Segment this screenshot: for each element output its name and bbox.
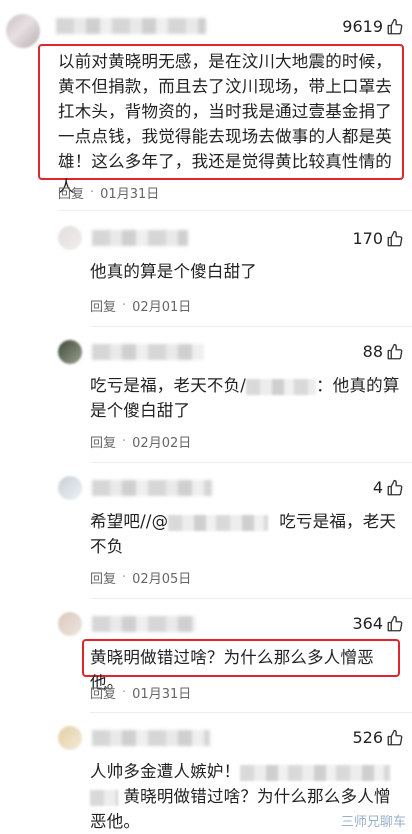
comment-meta: 回复 · 02月01日 <box>90 296 191 315</box>
username-blurred[interactable] <box>92 730 210 746</box>
username-blurred[interactable] <box>92 616 196 632</box>
separator-dot: · <box>122 685 127 700</box>
comment-meta: 回复 · 02月05日 <box>90 568 191 587</box>
avatar[interactable] <box>58 476 82 500</box>
username-blurred[interactable] <box>56 18 206 34</box>
comment-text-prefix: 吃亏是福，老天不负/ <box>90 376 247 395</box>
divider <box>58 210 412 211</box>
comment-date: 01月31日 <box>132 687 192 702</box>
avatar[interactable] <box>58 612 82 636</box>
comment-date: 02月01日 <box>132 300 192 315</box>
username-blurred[interactable] <box>92 344 204 360</box>
divider <box>90 326 412 327</box>
watermark: 三师兄聊车 <box>340 815 406 830</box>
like-count: 364 <box>352 614 383 633</box>
like-count: 9619 <box>342 17 383 36</box>
reply-button[interactable]: 回复 <box>58 183 84 202</box>
thumbs-up-icon <box>387 615 403 631</box>
mention-blurred[interactable] <box>90 789 118 806</box>
comment-text: 希望吧//@ 吃亏是福，老天不负 <box>90 509 404 559</box>
separator-dot: · <box>122 570 127 585</box>
divider <box>90 712 412 713</box>
divider <box>90 598 412 599</box>
separator-dot: · <box>90 185 95 200</box>
avatar[interactable] <box>58 226 82 250</box>
like-button[interactable]: 526 <box>352 728 404 747</box>
comment-text: 以前对黄晓明无感，是在汶川大地震的时候，黄不但捐款，而且去了汶川现场，带上口罩去… <box>58 52 392 196</box>
thumbs-up-icon <box>387 479 403 495</box>
like-count: 88 <box>362 342 383 361</box>
thumbs-up-icon <box>387 230 403 246</box>
like-count: 526 <box>352 728 383 747</box>
avatar[interactable] <box>6 14 40 48</box>
comment-date: 02月05日 <box>132 572 192 587</box>
mention-blurred[interactable] <box>246 378 317 395</box>
thumbs-up-icon <box>387 18 403 34</box>
separator-dot: · <box>122 434 127 449</box>
comment-meta: 回复 · 01月31日 <box>90 683 191 702</box>
like-count: 4 <box>372 478 383 497</box>
like-button[interactable]: 364 <box>352 614 404 633</box>
comment-text: 吃亏是福，老天不负/：他真的算是个傻白甜了 <box>90 373 402 423</box>
comment-text: 他真的算是个傻白甜了 <box>90 262 257 281</box>
like-count: 170 <box>352 229 383 248</box>
thumbs-up-icon <box>387 343 403 359</box>
like-button[interactable]: 4 <box>373 478 404 497</box>
reply-button[interactable]: 回复 <box>90 432 116 451</box>
comment-text-prefix: 人帅多金遭人嫉妒！ <box>90 762 241 781</box>
divider <box>90 462 412 463</box>
comment-text-prefix: 希望吧//@ <box>90 512 169 531</box>
separator-dot: · <box>122 298 127 313</box>
reply-button[interactable]: 回复 <box>90 568 116 587</box>
reply-button[interactable]: 回复 <box>90 683 116 702</box>
avatar[interactable] <box>58 726 82 750</box>
reply-button[interactable]: 回复 <box>90 296 116 315</box>
username-blurred[interactable] <box>92 230 188 246</box>
avatar[interactable] <box>58 340 82 364</box>
comment-date: 01月31日 <box>100 187 160 202</box>
mention-blurred[interactable] <box>168 514 269 531</box>
comment-meta: 回复 · 01月31日 <box>58 183 159 202</box>
like-button[interactable]: 88 <box>363 342 404 361</box>
mention-blurred[interactable] <box>240 764 391 781</box>
thumbs-up-icon <box>387 729 403 745</box>
like-button[interactable]: 170 <box>352 229 404 248</box>
username-blurred[interactable] <box>92 480 212 496</box>
comment-date: 02月02日 <box>132 436 192 451</box>
like-button[interactable]: 9619 <box>342 17 404 36</box>
comment-meta: 回复 · 02月02日 <box>90 432 191 451</box>
